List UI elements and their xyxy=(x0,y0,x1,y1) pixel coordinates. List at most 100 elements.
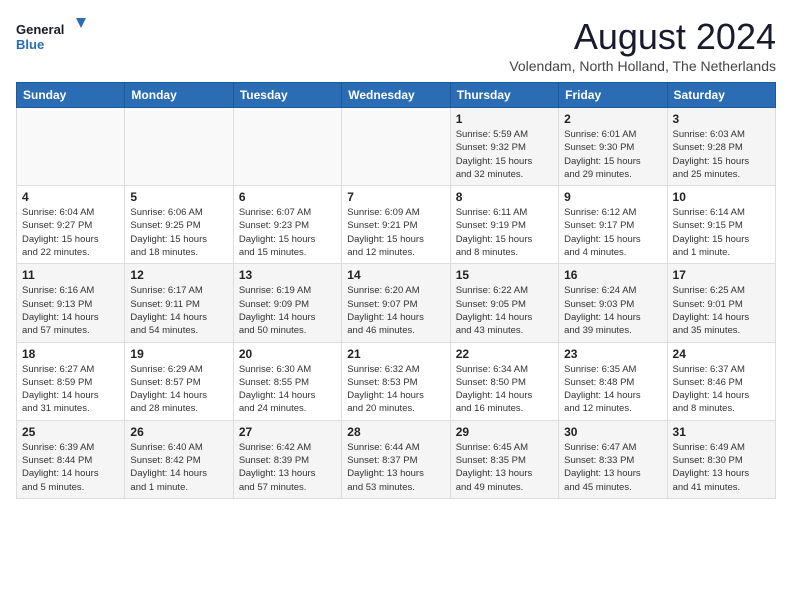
day-number: 15 xyxy=(456,268,553,282)
day-detail: Sunrise: 6:49 AM Sunset: 8:30 PM Dayligh… xyxy=(673,441,770,494)
day-number: 8 xyxy=(456,190,553,204)
calendar-cell-1-6: 2Sunrise: 6:01 AM Sunset: 9:30 PM Daylig… xyxy=(559,108,667,186)
calendar-cell-5-7: 31 Sunrise: 6:49 AM Sunset: 8:30 PM Dayli… xyxy=(667,420,775,498)
location: Volendam, North Holland, The Netherlands xyxy=(509,58,776,74)
day-number: 11 xyxy=(22,268,119,282)
calendar-cell-1-4 xyxy=(342,108,450,186)
day-detail: Sunrise: 6:09 AM Sunset: 9:21 PM Dayligh… xyxy=(347,206,444,259)
day-detail: Sunrise: 6:17 AM Sunset: 9:11 PM Dayligh… xyxy=(130,284,227,337)
day-number: 17 xyxy=(673,268,770,282)
day-number: 4 xyxy=(22,190,119,204)
calendar-cell-1-3 xyxy=(233,108,341,186)
page-header: General Blue August 2024 Volendam, North… xyxy=(16,16,776,74)
calendar-cell-4-5: 22Sunrise: 6:34 AM Sunset: 8:50 PM Dayli… xyxy=(450,342,558,420)
day-detail: Sunrise: 6:03 AM Sunset: 9:28 PM Dayligh… xyxy=(673,128,770,181)
day-number: 29 xyxy=(456,425,553,439)
day-number: 18 xyxy=(22,347,119,361)
header-wednesday: Wednesday xyxy=(342,83,450,108)
header-monday: Monday xyxy=(125,83,233,108)
day-number: 25 xyxy=(22,425,119,439)
day-detail: Sunrise: 6:20 AM Sunset: 9:07 PM Dayligh… xyxy=(347,284,444,337)
logo-icon: General Blue xyxy=(16,16,86,56)
calendar-cell-2-3: 6Sunrise: 6:07 AM Sunset: 9:23 PM Daylig… xyxy=(233,186,341,264)
calendar-cell-1-2 xyxy=(125,108,233,186)
day-detail: Sunrise: 6:19 AM Sunset: 9:09 PM Dayligh… xyxy=(239,284,336,337)
day-detail: Sunrise: 6:06 AM Sunset: 9:25 PM Dayligh… xyxy=(130,206,227,259)
calendar-cell-3-3: 13Sunrise: 6:19 AM Sunset: 9:09 PM Dayli… xyxy=(233,264,341,342)
day-number: 31 xyxy=(673,425,770,439)
day-number: 10 xyxy=(673,190,770,204)
calendar-cell-2-6: 9 Sunrise: 6:12 AM Sunset: 9:17 PM Daylig… xyxy=(559,186,667,264)
header-sunday: Sunday xyxy=(17,83,125,108)
day-number: 16 xyxy=(564,268,661,282)
day-detail: Sunrise: 6:24 AM Sunset: 9:03 PM Dayligh… xyxy=(564,284,661,337)
calendar-header-row: Sunday Monday Tuesday Wednesday Thursday… xyxy=(17,83,776,108)
svg-text:General: General xyxy=(16,22,64,37)
header-tuesday: Tuesday xyxy=(233,83,341,108)
calendar-cell-4-3: 20 Sunrise: 6:30 AM Sunset: 8:55 PM Dayli… xyxy=(233,342,341,420)
day-number: 20 xyxy=(239,347,336,361)
day-detail: Sunrise: 6:45 AM Sunset: 8:35 PM Dayligh… xyxy=(456,441,553,494)
day-detail: Sunrise: 6:40 AM Sunset: 8:42 PM Dayligh… xyxy=(130,441,227,494)
day-detail: Sunrise: 6:37 AM Sunset: 8:46 PM Dayligh… xyxy=(673,363,770,416)
day-number: 26 xyxy=(130,425,227,439)
calendar-cell-4-2: 19 Sunrise: 6:29 AM Sunset: 8:57 PM Dayli… xyxy=(125,342,233,420)
day-number: 14 xyxy=(347,268,444,282)
day-detail: Sunrise: 6:12 AM Sunset: 9:17 PM Dayligh… xyxy=(564,206,661,259)
calendar-cell-4-1: 18 Sunrise: 6:27 AM Sunset: 8:59 PM Dayli… xyxy=(17,342,125,420)
day-number: 24 xyxy=(673,347,770,361)
week-row-4: 18 Sunrise: 6:27 AM Sunset: 8:59 PM Dayli… xyxy=(17,342,776,420)
day-number: 23 xyxy=(564,347,661,361)
calendar-cell-5-2: 26 Sunrise: 6:40 AM Sunset: 8:42 PM Dayli… xyxy=(125,420,233,498)
day-detail: Sunrise: 6:32 AM Sunset: 8:53 PM Dayligh… xyxy=(347,363,444,416)
calendar-cell-3-1: 11 Sunrise: 6:16 AM Sunset: 9:13 PM Dayli… xyxy=(17,264,125,342)
calendar-cell-4-6: 23 Sunrise: 6:35 AM Sunset: 8:48 PM Dayli… xyxy=(559,342,667,420)
header-thursday: Thursday xyxy=(450,83,558,108)
week-row-5: 25Sunrise: 6:39 AM Sunset: 8:44 PM Dayli… xyxy=(17,420,776,498)
day-detail: Sunrise: 6:27 AM Sunset: 8:59 PM Dayligh… xyxy=(22,363,119,416)
calendar-cell-1-5: 1 Sunrise: 5:59 AM Sunset: 9:32 PM Daylig… xyxy=(450,108,558,186)
day-number: 27 xyxy=(239,425,336,439)
calendar-cell-5-3: 27 Sunrise: 6:42 AM Sunset: 8:39 PM Dayli… xyxy=(233,420,341,498)
week-row-3: 11 Sunrise: 6:16 AM Sunset: 9:13 PM Dayli… xyxy=(17,264,776,342)
day-number: 6 xyxy=(239,190,336,204)
calendar-cell-5-1: 25Sunrise: 6:39 AM Sunset: 8:44 PM Dayli… xyxy=(17,420,125,498)
svg-text:Blue: Blue xyxy=(16,37,44,52)
header-friday: Friday xyxy=(559,83,667,108)
day-number: 5 xyxy=(130,190,227,204)
day-detail: Sunrise: 6:25 AM Sunset: 9:01 PM Dayligh… xyxy=(673,284,770,337)
day-detail: Sunrise: 6:30 AM Sunset: 8:55 PM Dayligh… xyxy=(239,363,336,416)
day-number: 1 xyxy=(456,112,553,126)
logo: General Blue xyxy=(16,16,86,56)
day-number: 30 xyxy=(564,425,661,439)
calendar-cell-2-4: 7Sunrise: 6:09 AM Sunset: 9:21 PM Daylig… xyxy=(342,186,450,264)
day-detail: Sunrise: 5:59 AM Sunset: 9:32 PM Dayligh… xyxy=(456,128,553,181)
calendar-cell-4-4: 21Sunrise: 6:32 AM Sunset: 8:53 PM Dayli… xyxy=(342,342,450,420)
calendar-cell-5-6: 30 Sunrise: 6:47 AM Sunset: 8:33 PM Dayli… xyxy=(559,420,667,498)
day-detail: Sunrise: 6:16 AM Sunset: 9:13 PM Dayligh… xyxy=(22,284,119,337)
day-number: 9 xyxy=(564,190,661,204)
calendar-cell-3-4: 14 Sunrise: 6:20 AM Sunset: 9:07 PM Dayli… xyxy=(342,264,450,342)
calendar-cell-1-7: 3Sunrise: 6:03 AM Sunset: 9:28 PM Daylig… xyxy=(667,108,775,186)
day-detail: Sunrise: 6:35 AM Sunset: 8:48 PM Dayligh… xyxy=(564,363,661,416)
day-number: 19 xyxy=(130,347,227,361)
calendar-cell-2-5: 8 Sunrise: 6:11 AM Sunset: 9:19 PM Daylig… xyxy=(450,186,558,264)
day-detail: Sunrise: 6:11 AM Sunset: 9:19 PM Dayligh… xyxy=(456,206,553,259)
day-number: 2 xyxy=(564,112,661,126)
day-detail: Sunrise: 6:47 AM Sunset: 8:33 PM Dayligh… xyxy=(564,441,661,494)
week-row-2: 4Sunrise: 6:04 AM Sunset: 9:27 PM Daylig… xyxy=(17,186,776,264)
calendar-cell-3-6: 16 Sunrise: 6:24 AM Sunset: 9:03 PM Dayli… xyxy=(559,264,667,342)
day-detail: Sunrise: 6:22 AM Sunset: 9:05 PM Dayligh… xyxy=(456,284,553,337)
day-detail: Sunrise: 6:14 AM Sunset: 9:15 PM Dayligh… xyxy=(673,206,770,259)
day-detail: Sunrise: 6:44 AM Sunset: 8:37 PM Dayligh… xyxy=(347,441,444,494)
calendar-cell-3-7: 17 Sunrise: 6:25 AM Sunset: 9:01 PM Dayli… xyxy=(667,264,775,342)
calendar-cell-5-4: 28Sunrise: 6:44 AM Sunset: 8:37 PM Dayli… xyxy=(342,420,450,498)
calendar-cell-2-1: 4Sunrise: 6:04 AM Sunset: 9:27 PM Daylig… xyxy=(17,186,125,264)
month-title: August 2024 xyxy=(509,16,776,58)
day-detail: Sunrise: 6:29 AM Sunset: 8:57 PM Dayligh… xyxy=(130,363,227,416)
header-saturday: Saturday xyxy=(667,83,775,108)
day-detail: Sunrise: 6:42 AM Sunset: 8:39 PM Dayligh… xyxy=(239,441,336,494)
calendar-cell-4-7: 24 Sunrise: 6:37 AM Sunset: 8:46 PM Dayli… xyxy=(667,342,775,420)
calendar-cell-1-1 xyxy=(17,108,125,186)
calendar-cell-5-5: 29 Sunrise: 6:45 AM Sunset: 8:35 PM Dayli… xyxy=(450,420,558,498)
